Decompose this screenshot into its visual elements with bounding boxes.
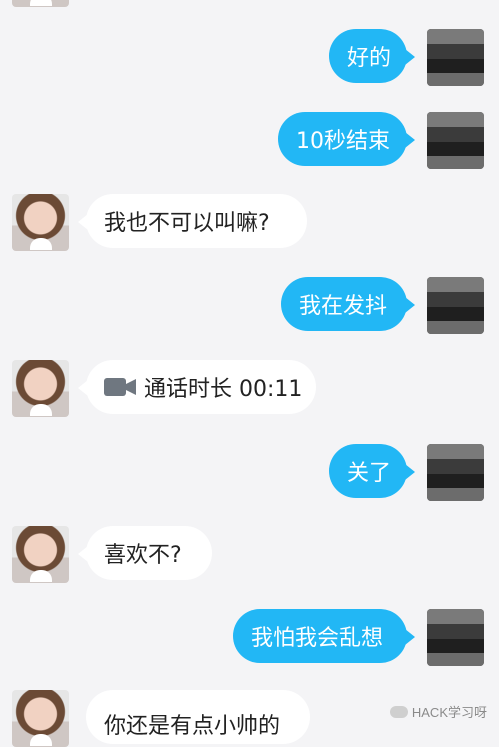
- avatar[interactable]: [427, 609, 484, 666]
- message-text: 喜欢不?: [104, 543, 182, 568]
- message-bubble[interactable]: 我怕我会乱想: [233, 609, 415, 663]
- avatar[interactable]: [12, 526, 69, 583]
- watermark: HACK学习呀: [389, 702, 487, 721]
- message-text: 好的: [347, 46, 392, 71]
- call-duration-text: 通话时长 00:11: [144, 377, 303, 402]
- message-bubble[interactable]: 关了: [329, 444, 415, 498]
- video-call-bubble[interactable]: 通话时长 00:11: [78, 360, 316, 414]
- message-text: 10秒结束: [296, 129, 390, 154]
- message-bubble[interactable]: 好的: [329, 29, 415, 83]
- avatar[interactable]: [427, 29, 484, 86]
- message-bubble[interactable]: 你还是有点小帅的: [86, 690, 310, 744]
- message-bubble[interactable]: 我在发抖: [281, 277, 415, 331]
- message-bubble[interactable]: 我也不可以叫嘛?: [78, 194, 307, 248]
- avatar[interactable]: [427, 112, 484, 169]
- message-bubble[interactable]: 喜欢不?: [78, 526, 212, 580]
- message-text: 关了: [347, 461, 392, 486]
- message-text: 我怕我会乱想: [251, 626, 384, 651]
- watermark-text: HACK学习呀: [411, 705, 487, 720]
- video-camera-icon: [104, 376, 136, 398]
- avatar[interactable]: [12, 0, 69, 7]
- avatar[interactable]: [427, 444, 484, 501]
- avatar[interactable]: [12, 690, 69, 747]
- avatar[interactable]: [427, 277, 484, 334]
- avatar[interactable]: [12, 360, 69, 417]
- message-text: 我也不可以叫嘛?: [104, 211, 270, 236]
- message-text: 你还是有点小帅的: [104, 714, 281, 739]
- avatar[interactable]: [12, 194, 69, 251]
- chat-area: 好的 10秒结束 我也不可以叫嘛? 我在发抖 通话时长 00:11 关了 喜欢不…: [0, 0, 499, 747]
- message-text: 我在发抖: [299, 294, 388, 319]
- wechat-logo-icon: [389, 705, 408, 718]
- message-bubble[interactable]: 10秒结束: [278, 112, 415, 166]
